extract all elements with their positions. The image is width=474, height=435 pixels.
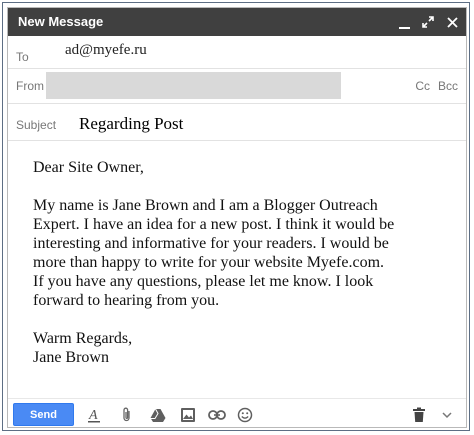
subject-label: Subject <box>16 118 57 132</box>
compose-window-frame: New Message To ad@myefe.ru From Cc Bcc S… <box>2 2 470 431</box>
from-row: From Cc Bcc <box>8 69 466 104</box>
cc-link[interactable]: Cc <box>415 79 430 93</box>
minimize-icon[interactable] <box>398 14 410 30</box>
send-button[interactable]: Send <box>13 403 74 426</box>
window-controls <box>398 14 458 30</box>
subject-field[interactable]: Regarding Post <box>79 114 183 134</box>
emoji-icon[interactable] <box>236 406 254 424</box>
link-icon[interactable] <box>208 406 226 424</box>
compose-titlebar: New Message <box>8 8 466 36</box>
to-row[interactable]: To ad@myefe.ru <box>8 36 466 69</box>
to-label: To <box>16 50 29 64</box>
attach-icon[interactable] <box>118 406 136 424</box>
cc-bcc-links: Cc Bcc <box>415 79 458 93</box>
drive-icon[interactable] <box>149 406 167 424</box>
trash-icon[interactable] <box>410 406 428 424</box>
compose-toolbar: Send A <box>8 398 466 427</box>
from-label: From <box>16 79 44 93</box>
subject-row[interactable]: Subject Regarding Post <box>8 104 466 141</box>
compose-title: New Message <box>18 14 104 29</box>
expand-icon[interactable] <box>422 14 434 30</box>
greeting: Dear Site Owner, <box>33 159 144 176</box>
svg-text:A: A <box>88 408 98 423</box>
compose-window: New Message To ad@myefe.ru From Cc Bcc S… <box>7 7 467 428</box>
photo-icon[interactable] <box>179 406 197 424</box>
more-options-icon[interactable] <box>438 406 456 424</box>
message-body[interactable]: Dear Site Owner, My name is Jane Brown a… <box>33 158 458 367</box>
bcc-link[interactable]: Bcc <box>438 79 458 93</box>
close-icon[interactable] <box>446 14 458 30</box>
to-field[interactable]: ad@myefe.ru <box>65 42 147 59</box>
closing: Warm Regards, Jane Brown <box>33 330 133 366</box>
format-text-icon[interactable]: A <box>85 406 103 424</box>
body-paragraph: My name is Jane Brown and I am a Blogger… <box>33 197 395 309</box>
from-field-redacted <box>46 72 341 99</box>
